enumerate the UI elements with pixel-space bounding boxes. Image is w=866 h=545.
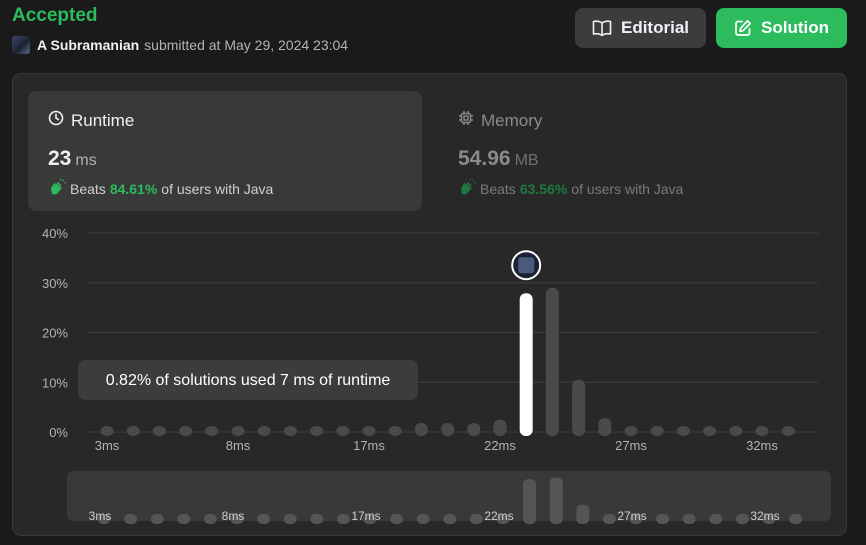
bar[interactable]: [493, 419, 507, 436]
range-navigator[interactable]: [67, 471, 831, 521]
y-tick-label: 40%: [42, 226, 68, 241]
bar[interactable]: [100, 426, 114, 436]
bar[interactable]: [755, 426, 769, 436]
bar[interactable]: [310, 426, 324, 436]
bar[interactable]: [729, 426, 743, 436]
bar[interactable]: [624, 426, 638, 436]
x-tick-label: 3ms: [95, 438, 120, 453]
bar[interactable]: [152, 426, 166, 436]
tooltip-text: 0.82% of solutions used 7 ms of runtime: [106, 372, 391, 389]
bar[interactable]: [283, 426, 297, 436]
mini-bar: [576, 504, 590, 524]
selected-bar[interactable]: [519, 293, 533, 436]
x-tick-label: 27ms: [615, 438, 647, 453]
y-tick-label: 20%: [42, 326, 68, 341]
bar[interactable]: [676, 426, 690, 436]
avatar: [518, 257, 535, 274]
mini-x-tick-label: 32ms: [750, 509, 779, 523]
y-tick-label: 30%: [42, 276, 68, 291]
mini-x-tick-label: 17ms: [351, 509, 380, 523]
mini-bar: [656, 514, 670, 524]
mini-x-tick-label: 27ms: [617, 509, 646, 523]
bar[interactable]: [598, 418, 612, 436]
mini-bar: [390, 514, 404, 524]
bar[interactable]: [362, 426, 376, 436]
mini-bar: [735, 514, 749, 524]
mini-x-tick-label: 22ms: [484, 509, 513, 523]
mini-bar: [177, 514, 191, 524]
bar[interactable]: [467, 423, 481, 436]
bar[interactable]: [414, 423, 428, 436]
bar[interactable]: [572, 379, 586, 436]
mini-x-tick-label: 3ms: [89, 509, 112, 523]
x-tick-label: 22ms: [484, 438, 516, 453]
bar[interactable]: [388, 426, 402, 436]
x-tick-label: 8ms: [226, 438, 251, 453]
x-tick-label: 32ms: [746, 438, 778, 453]
y-tick-label: 0%: [49, 425, 68, 440]
bar[interactable]: [781, 426, 795, 436]
mini-bar: [523, 479, 537, 524]
mini-bar: [469, 514, 483, 524]
y-tick-label: 10%: [42, 375, 68, 390]
mini-bar: [124, 514, 138, 524]
bar[interactable]: [179, 426, 193, 436]
mini-bar: [682, 514, 696, 524]
bar[interactable]: [126, 426, 140, 436]
bar[interactable]: [703, 426, 717, 436]
mini-bar: [310, 514, 324, 524]
bar[interactable]: [336, 426, 350, 436]
mini-bar: [416, 514, 430, 524]
runtime-distribution-chart[interactable]: 0% 10% 20% 30% 40% 3ms 8ms 17ms 22ms 27ms 32ms 0.82…: [0, 0, 866, 545]
mini-bar: [602, 514, 616, 524]
mini-x-tick-label: 8ms: [222, 509, 245, 523]
mini-bar: [257, 514, 271, 524]
mini-bar: [283, 514, 297, 524]
x-tick-label: 17ms: [353, 438, 385, 453]
bar[interactable]: [205, 426, 219, 436]
mini-bar: [549, 477, 563, 524]
bar[interactable]: [257, 426, 271, 436]
mini-bar: [709, 514, 723, 524]
mini-bar: [150, 514, 164, 524]
bar[interactable]: [441, 423, 455, 436]
bar[interactable]: [545, 287, 559, 436]
mini-bar: [203, 514, 217, 524]
mini-bar: [789, 514, 803, 524]
mini-bar: [443, 514, 457, 524]
bar[interactable]: [231, 426, 245, 436]
mini-bar: [336, 514, 350, 524]
bar[interactable]: [650, 426, 664, 436]
